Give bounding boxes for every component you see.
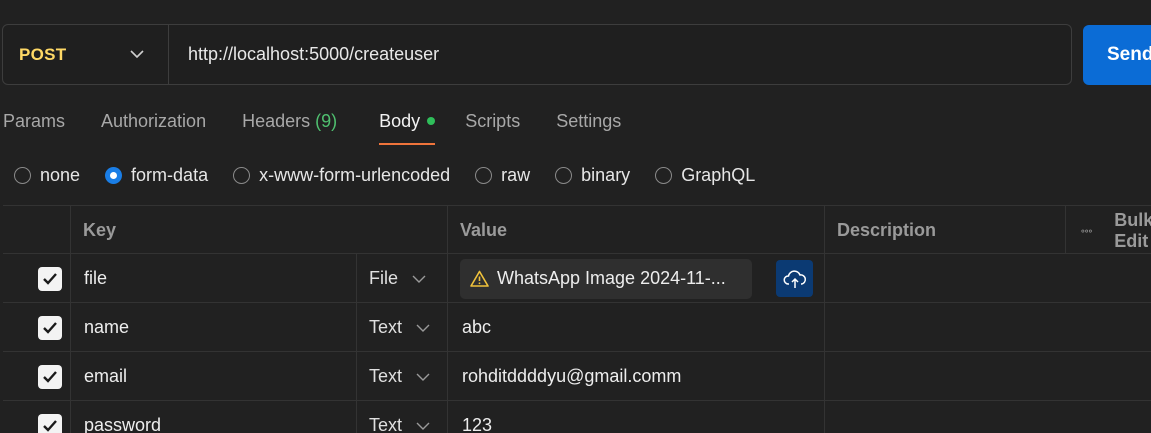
row-checkbox[interactable]	[38, 413, 62, 433]
radio-binary[interactable]: binary	[555, 165, 630, 186]
radio-form-data[interactable]: form-data	[105, 165, 208, 186]
radio-urlencoded-label: x-www-form-urlencoded	[259, 164, 451, 185]
radio-circle	[555, 166, 573, 184]
row-type: Text	[369, 317, 403, 337]
radio-none-label: none	[40, 164, 81, 185]
table-row: email Text rohditddddyu@gmail.comm	[3, 352, 1151, 401]
tab-scripts[interactable]: Scripts	[465, 106, 520, 146]
table-row: file File WhatsApp Image 2024-11-...	[3, 254, 1151, 303]
type-selector[interactable]: Text	[369, 303, 430, 352]
radio-graphql-label: GraphQL	[681, 164, 756, 185]
radio-circle	[233, 166, 251, 184]
row-key[interactable]: name	[84, 317, 129, 338]
upload-button[interactable]	[776, 260, 813, 297]
row-type: Text	[369, 366, 403, 386]
row-checkbox[interactable]	[38, 266, 62, 291]
radio-circle	[14, 166, 31, 184]
warning-icon	[470, 270, 489, 287]
file-chip[interactable]: WhatsApp Image 2024-11-...	[460, 258, 752, 299]
url-input[interactable]	[169, 25, 1071, 84]
checkmark-icon	[43, 370, 57, 383]
header-key: Key	[83, 220, 117, 240]
type-selector[interactable]: Text	[369, 401, 430, 433]
type-selector[interactable]: File	[369, 254, 426, 303]
method-selector[interactable]: POST	[3, 25, 169, 84]
radio-raw-label: raw	[501, 164, 531, 185]
checkmark-icon	[43, 419, 57, 432]
table-row: password Text 123	[3, 401, 1151, 433]
more-icon	[1081, 229, 1092, 232]
tab-params[interactable]: Params	[3, 106, 65, 146]
radio-binary-label: binary	[581, 164, 631, 185]
cloud-upload-icon	[783, 269, 806, 288]
radio-circle-checked	[105, 166, 123, 184]
checkmark-icon	[43, 321, 57, 334]
body-indicator-dot	[427, 117, 436, 125]
tab-params-label: Params	[3, 111, 66, 131]
tab-headers-label: Headers	[242, 111, 311, 131]
send-button[interactable]: Send	[1083, 25, 1151, 85]
chevron-down-icon	[412, 275, 426, 283]
chevron-down-icon	[416, 422, 430, 430]
tab-authorization[interactable]: Authorization	[101, 106, 206, 146]
chevron-down-icon	[130, 50, 144, 59]
bulk-edit-label: Bulk Edit	[1114, 209, 1151, 251]
bulk-edit-button[interactable]: Bulk Edit	[1081, 206, 1151, 255]
row-type: File	[369, 268, 399, 288]
radio-circle	[655, 166, 673, 184]
row-checkbox[interactable]	[38, 364, 62, 389]
row-type: Text	[369, 415, 403, 433]
form-data-table: Key Value Description Bulk Edit file Fil…	[3, 205, 1151, 433]
tab-scripts-label: Scripts	[465, 111, 521, 131]
send-label: Send	[1107, 44, 1151, 65]
type-selector[interactable]: Text	[369, 352, 430, 401]
request-url-bar: POST	[2, 24, 1072, 85]
row-key[interactable]: file	[84, 268, 107, 289]
file-name: WhatsApp Image 2024-11-...	[497, 268, 726, 288]
tab-headers[interactable]: Headers (9)	[242, 106, 337, 146]
table-row: name Text abc	[3, 303, 1151, 352]
header-description: Description	[837, 220, 937, 240]
radio-graphql[interactable]: GraphQL	[655, 165, 755, 186]
request-tabs: Params Authorization Headers (9) Body Sc…	[3, 106, 621, 146]
chevron-down-icon	[416, 324, 430, 332]
tab-body[interactable]: Body	[379, 106, 436, 146]
row-key[interactable]: password	[84, 415, 161, 433]
checkmark-icon	[43, 272, 57, 285]
tab-settings-label: Settings	[556, 111, 622, 131]
radio-raw[interactable]: raw	[475, 165, 530, 186]
body-type-selector: none form-data x-www-form-urlencoded raw…	[14, 160, 780, 190]
row-value[interactable]: abc	[462, 317, 491, 338]
header-value: Value	[460, 220, 508, 240]
radio-circle	[475, 166, 493, 184]
radio-form-data-label: form-data	[131, 164, 209, 185]
radio-none[interactable]: none	[14, 165, 80, 186]
row-value[interactable]: 123	[462, 415, 492, 433]
chevron-down-icon	[416, 373, 430, 381]
row-value[interactable]: rohditddddyu@gmail.comm	[462, 366, 681, 387]
method-label: POST	[19, 44, 67, 64]
row-key[interactable]: email	[84, 366, 127, 387]
tab-body-label: Body	[379, 111, 421, 131]
tab-authorization-label: Authorization	[101, 111, 207, 131]
headers-count: (9)	[315, 111, 338, 131]
tab-settings[interactable]: Settings	[556, 106, 621, 146]
radio-x-www-form-urlencoded[interactable]: x-www-form-urlencoded	[233, 165, 450, 186]
table-header-row: Key Value Description Bulk Edit	[3, 205, 1151, 254]
row-checkbox[interactable]	[38, 315, 62, 340]
